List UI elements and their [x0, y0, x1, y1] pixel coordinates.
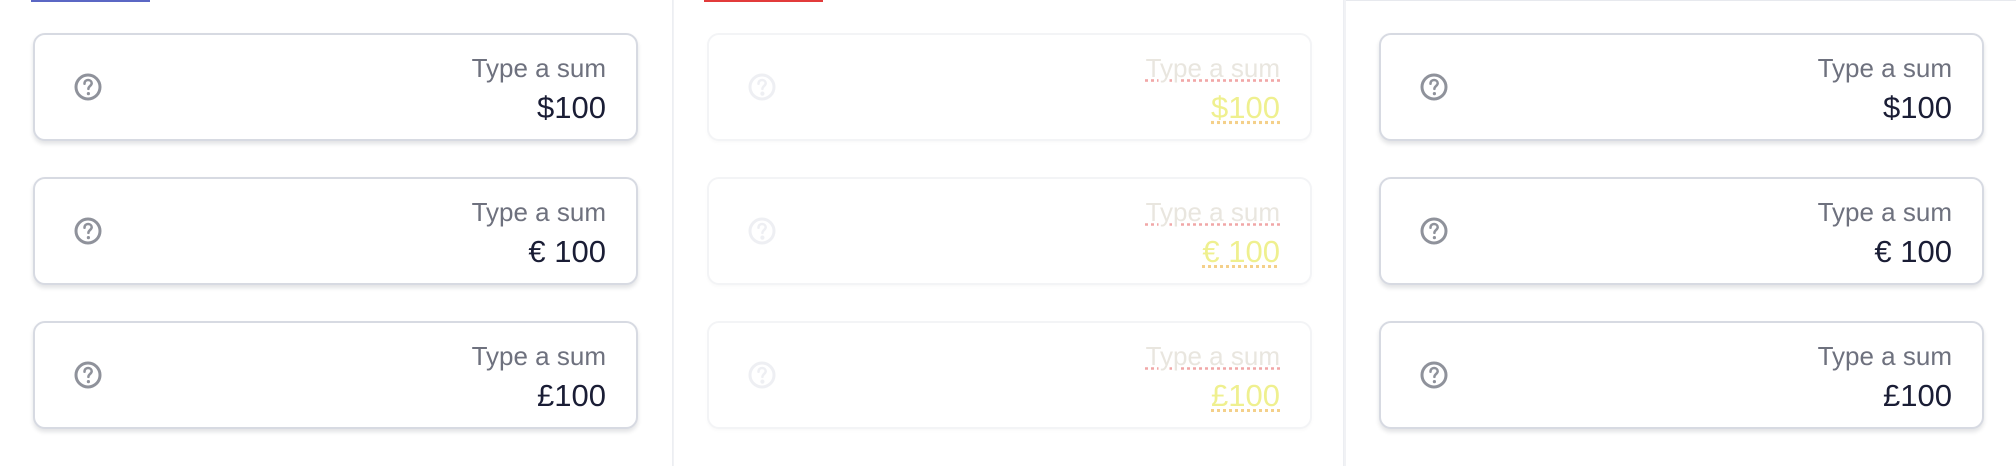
field-label: Type a sum [1817, 197, 1952, 227]
amount-value[interactable]: $100 [537, 91, 606, 125]
usd-amount-input[interactable]: Type a sum $100 [33, 33, 638, 141]
currency-input-panel-faded: Type a sum $100 Type a sum € 100 Type a … [674, 0, 1344, 466]
field-label: Type a sum [471, 197, 606, 227]
amount-value[interactable]: £100 [537, 379, 606, 413]
field-label: Type a sum [1145, 341, 1280, 371]
amount-value[interactable]: £100 [1211, 379, 1280, 413]
help-circle-icon[interactable] [74, 361, 102, 389]
usd-amount-input[interactable]: Type a sum $100 [1379, 33, 1984, 141]
gbp-amount-input[interactable]: Type a sum £100 [707, 321, 1312, 429]
usd-amount-input[interactable]: Type a sum $100 [707, 33, 1312, 141]
panel-divider [1346, 0, 2016, 1]
help-circle-icon[interactable] [74, 73, 102, 101]
gbp-amount-input[interactable]: Type a sum £100 [1379, 321, 1984, 429]
help-circle-icon[interactable] [748, 217, 776, 245]
gbp-amount-input[interactable]: Type a sum £100 [33, 321, 638, 429]
help-circle-icon[interactable] [74, 217, 102, 245]
help-circle-icon[interactable] [1420, 73, 1448, 101]
help-circle-icon[interactable] [1420, 217, 1448, 245]
field-label: Type a sum [1817, 53, 1952, 83]
eur-amount-input[interactable]: Type a sum € 100 [1379, 177, 1984, 285]
eur-amount-input[interactable]: Type a sum € 100 [33, 177, 638, 285]
currency-input-panel-right: Type a sum $100 Type a sum € 100 Type a … [1346, 0, 2016, 466]
field-label: Type a sum [1817, 341, 1952, 371]
currency-input-panel-default: Type a sum $100 Type a sum € 100 Type a … [0, 0, 673, 466]
help-circle-icon[interactable] [1420, 361, 1448, 389]
active-tab-indicator [31, 0, 150, 2]
active-tab-indicator [704, 0, 823, 2]
amount-value[interactable]: € 100 [1874, 235, 1952, 269]
field-label: Type a sum [1145, 53, 1280, 83]
amount-value[interactable]: $100 [1211, 91, 1280, 125]
amount-value[interactable]: € 100 [528, 235, 606, 269]
field-label: Type a sum [1145, 197, 1280, 227]
field-label: Type a sum [471, 341, 606, 371]
amount-value[interactable]: £100 [1883, 379, 1952, 413]
currency-input-preview: Type a sum $100 Type a sum € 100 Type a … [0, 0, 2016, 466]
amount-value[interactable]: € 100 [1202, 235, 1280, 269]
eur-amount-input[interactable]: Type a sum € 100 [707, 177, 1312, 285]
help-circle-icon[interactable] [748, 361, 776, 389]
field-label: Type a sum [471, 53, 606, 83]
help-circle-icon[interactable] [748, 73, 776, 101]
amount-value[interactable]: $100 [1883, 91, 1952, 125]
